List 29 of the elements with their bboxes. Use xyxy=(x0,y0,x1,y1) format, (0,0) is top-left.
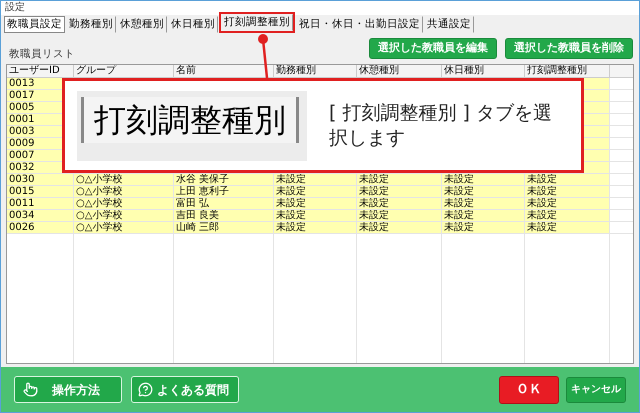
column-header[interactable]: ユーザーID xyxy=(7,65,74,77)
tab[interactable]: 祝日・休日・出勤日設定 xyxy=(296,16,423,33)
list-label: 教職員リスト xyxy=(9,46,75,62)
speech-bubble-icon xyxy=(138,382,153,397)
window-title: 設定 xyxy=(5,3,25,13)
table-cell: ○△小学校 xyxy=(74,198,174,209)
tab[interactable]: 教職員設定 xyxy=(4,16,65,33)
table-cell: 0034 xyxy=(7,210,74,221)
table-cell: 0011 xyxy=(7,198,74,209)
column-header[interactable]: 休日種別 xyxy=(442,65,525,77)
hand-pointer-icon xyxy=(23,382,38,397)
table-cell: ○△小学校 xyxy=(74,222,174,233)
table-cell: ○△小学校 xyxy=(74,186,174,197)
tab[interactable]: 共通設定 xyxy=(424,16,474,33)
ok-button[interactable]: ＯＫ xyxy=(499,376,559,404)
tab[interactable]: 休憩種別 xyxy=(117,16,167,33)
table-cell: 0015 xyxy=(7,186,74,197)
tab[interactable]: 打刻調整種別 xyxy=(221,14,293,31)
tab[interactable]: 勤務種別 xyxy=(66,16,116,33)
table-cell: ○△小学校 xyxy=(74,174,174,185)
column-header[interactable]: 名前 xyxy=(174,65,274,77)
column-header[interactable]: 勤務種別 xyxy=(274,65,357,77)
callout-text: [ 打刻調整種別 ] タブを選択します xyxy=(329,100,553,150)
table-cell: 0030 xyxy=(7,174,74,185)
table-cell: 上田 恵利子 xyxy=(174,186,274,197)
table-cell: ○△小学校 xyxy=(74,210,174,221)
table-cell: 0026 xyxy=(7,222,74,233)
column-header[interactable]: 休憩種別 xyxy=(357,65,442,77)
tab[interactable]: 休日種別 xyxy=(168,16,218,33)
